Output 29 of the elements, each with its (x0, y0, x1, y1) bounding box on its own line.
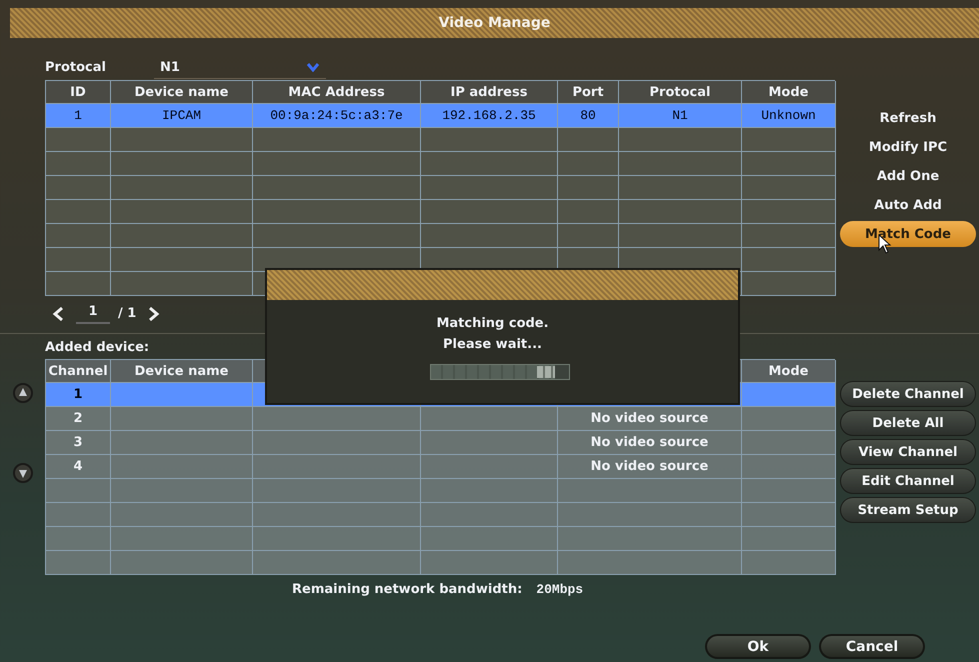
action-button[interactable]: Delete Channel (840, 381, 976, 407)
chevron-down-icon (306, 62, 320, 72)
action-button[interactable]: View Channel (840, 439, 976, 465)
dialog-button[interactable]: Cancel (819, 634, 925, 659)
table-row[interactable]: 1 IPCAM 00:9a:24:5c:a3:7e 192.168.2.35 80 N1 Unknown (46, 104, 835, 128)
action-button[interactable]: Refresh (840, 105, 976, 131)
page-field[interactable]: 1 (76, 304, 110, 324)
protocol-label: Protocal (45, 60, 106, 75)
dialog-message: Please wait... (442, 337, 543, 352)
action-button[interactable]: Modify IPC (840, 134, 976, 160)
scroll-down-icon[interactable] (12, 463, 32, 483)
action-button[interactable]: Delete All (840, 410, 976, 436)
action-button[interactable]: Auto Add (840, 192, 976, 218)
table-row[interactable]: 4 No video source (46, 455, 835, 479)
action-button[interactable]: Match Code (840, 221, 976, 247)
section-label: Added device: (45, 340, 150, 355)
action-button[interactable]: Add One (840, 163, 976, 189)
window-title: Video Manage (438, 15, 550, 31)
bandwidth-label: Remaining network bandwidth: (292, 582, 522, 596)
action-button[interactable]: Edit Channel (840, 468, 976, 494)
dialog-button[interactable]: Ok (705, 634, 811, 659)
scroll-up-icon[interactable] (12, 383, 32, 403)
table-row[interactable]: 2 No video source (46, 407, 835, 431)
dialog-message: Matching code. (435, 316, 550, 331)
protocol-dropdown[interactable]: N1 (154, 56, 326, 78)
page-count: / 1 (118, 306, 136, 321)
bandwidth-value: 20Mbps (536, 582, 584, 596)
table-row[interactable]: 3 No video source (46, 431, 835, 455)
action-button[interactable]: Stream Setup (840, 497, 976, 523)
